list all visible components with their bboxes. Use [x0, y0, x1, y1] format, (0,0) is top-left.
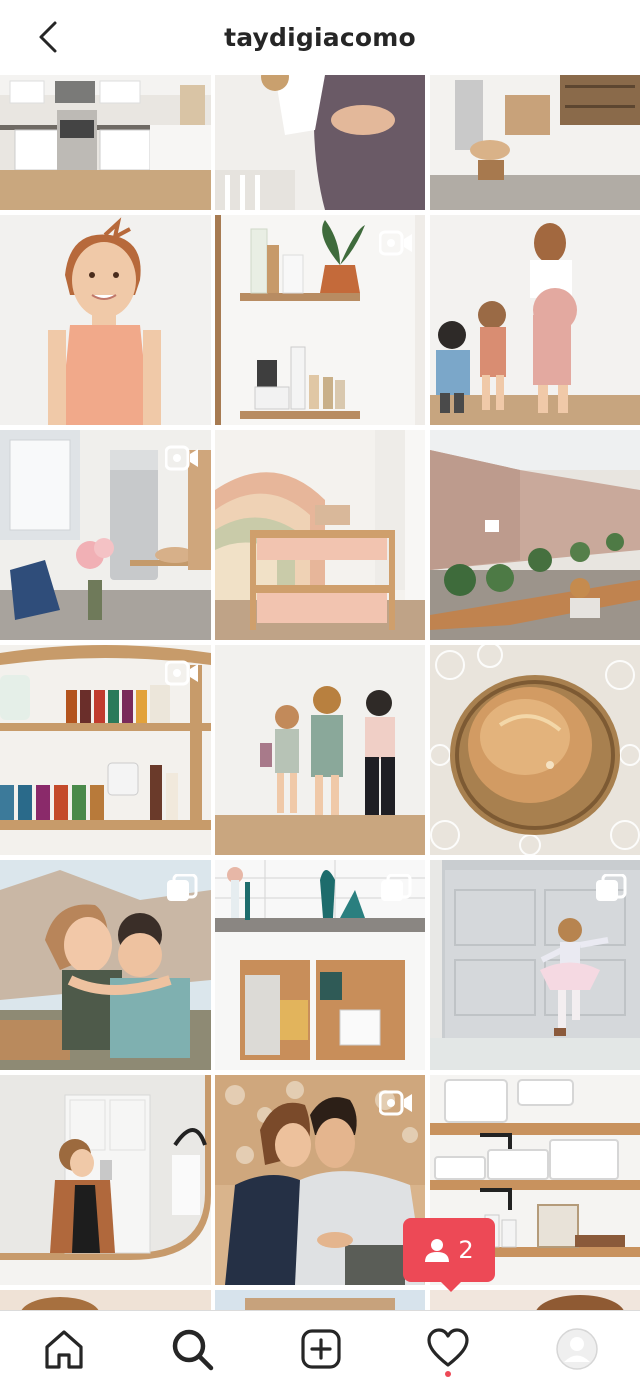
post-dancing-girl[interactable]: [430, 860, 640, 1070]
notification-count: 2: [458, 1236, 474, 1264]
video-camera-icon: [165, 445, 198, 471]
post-three-kids[interactable]: [215, 645, 425, 855]
tab-new-post[interactable]: [297, 1325, 345, 1373]
activity-indicator-dot: [445, 1371, 451, 1377]
multiple-photos-icon: [596, 874, 627, 901]
kitchen-photo: [0, 75, 211, 210]
three-kids-photo: [215, 645, 425, 855]
post-couple-photo[interactable]: [215, 1075, 425, 1285]
home-icon: [45, 1330, 83, 1369]
mirror-selfie-photo: [0, 1075, 211, 1285]
tab-home[interactable]: [40, 1325, 88, 1373]
water-filter-photo: [430, 75, 640, 210]
garden-photo: [430, 430, 640, 640]
profile-username: taydigiacomo: [224, 22, 416, 52]
post-kitchen[interactable]: [0, 75, 211, 210]
posts-grid: [0, 75, 640, 1310]
post-rainbow-bunkbed[interactable]: [215, 430, 425, 640]
profile-header: taydigiacomo: [0, 0, 640, 74]
heart-icon: [427, 1328, 469, 1367]
add-post-icon: [301, 1329, 341, 1369]
family-pregnancy-photo: [430, 215, 640, 425]
post-toddler-portrait[interactable]: [0, 215, 211, 425]
post-oil-shelf[interactable]: [0, 645, 211, 855]
toddler-photo: [0, 215, 211, 425]
video-camera-icon: [165, 660, 198, 686]
back-button[interactable]: [30, 19, 66, 55]
post-bathroom-shelf[interactable]: [215, 215, 425, 425]
row7-right-photo: [430, 1290, 640, 1310]
pregnancy-belly-photo: [215, 75, 425, 210]
row7-middle-photo: [215, 1290, 425, 1310]
bottom-tab-bar: [0, 1310, 640, 1386]
bunkbed-photo: [215, 430, 425, 640]
post-siblings-hug[interactable]: [0, 860, 211, 1070]
person-icon: [425, 1239, 450, 1262]
post-under-sink-organization[interactable]: [215, 860, 425, 1070]
chevron-left-icon: [39, 21, 57, 53]
video-camera-icon: [379, 230, 412, 256]
post-row7-left[interactable]: [0, 1290, 211, 1310]
tab-profile[interactable]: [553, 1325, 601, 1373]
post-sourdough-bread[interactable]: [430, 645, 640, 855]
post-water-filter-shelf[interactable]: [430, 75, 640, 210]
post-row7-right[interactable]: [430, 1290, 640, 1310]
profile-avatar-icon: [556, 1328, 598, 1370]
post-family-pregnancy[interactable]: [430, 215, 640, 425]
tab-activity[interactable]: [424, 1325, 472, 1373]
multiple-photos-icon: [167, 874, 198, 901]
multiple-photos-icon: [381, 874, 412, 901]
post-row7-middle[interactable]: [215, 1290, 425, 1310]
activity-notification-bubble[interactable]: 2: [403, 1218, 495, 1292]
bread-photo: [430, 645, 640, 855]
post-water-filter-counter[interactable]: [0, 430, 211, 640]
video-camera-icon: [379, 1090, 412, 1116]
tab-search[interactable]: [168, 1325, 216, 1373]
row7-left-photo: [0, 1290, 211, 1310]
post-backyard-garden[interactable]: [430, 430, 640, 640]
post-mirror-selfie[interactable]: [0, 1075, 211, 1285]
search-icon: [172, 1329, 214, 1371]
post-pregnancy-belly[interactable]: [215, 75, 425, 210]
